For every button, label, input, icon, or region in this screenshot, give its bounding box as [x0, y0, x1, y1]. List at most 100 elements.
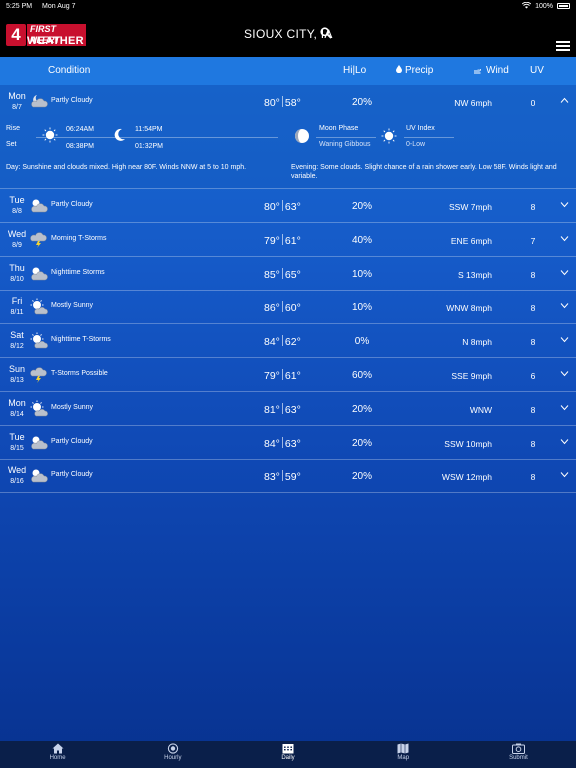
day-label: Tue 8/15 [9, 431, 25, 452]
day-row[interactable]: Fri 8/11 Mostly Sunny 86° 60° 10% WNW 8mph 8 [0, 290, 576, 325]
precip-value: 10% [351, 302, 372, 314]
station-logo[interactable]: 4 FIRST ALERT WEATHER [6, 24, 86, 48]
precip-value: 0% [354, 336, 370, 348]
precip-value: 40% [351, 234, 372, 246]
wind-value: N 8mph [462, 337, 492, 348]
logo-number: 4 [6, 24, 26, 46]
chevron-down-icon[interactable] [560, 404, 569, 411]
day-row[interactable]: Wed 8/9 Morning T-Storms 79° 61° 40% ENE 6mph 7 [0, 223, 576, 257]
chevron-down-icon[interactable] [560, 269, 569, 276]
mostly-sunny-icon [30, 400, 48, 417]
nav-hourly[interactable]: Hourly [115, 741, 230, 768]
day-row[interactable]: Mon 8/7 Partly Cloudy 80° 58° 20% NW 6mph … [0, 85, 576, 119]
uv-value: 8 [530, 404, 536, 415]
hi-lo-temp: 84° 63° [264, 436, 301, 450]
wind-value: WSW 12mph [441, 472, 492, 483]
column-precip: Precip [405, 65, 434, 76]
condition-text: Nighttime T-Storms [51, 336, 111, 344]
day-label: Fri 8/11 [10, 296, 24, 317]
wind-value: WNW [469, 404, 492, 415]
partly-cloudy-icon [31, 267, 48, 280]
moon-phase-icon [295, 129, 309, 143]
evening-forecast-text: Evening: Some clouds. Slight chance of a… [291, 164, 557, 180]
mostly-sunny-icon [30, 298, 48, 315]
day-row[interactable]: Thu 8/10 Nighttime Storms 85° 65° 10% S 13mph 8 [0, 257, 576, 291]
chevron-down-icon[interactable] [560, 438, 569, 445]
day-row[interactable]: Wed 8/16 Partly Cloudy 83° 59° 20% WSW 12mph 8 [0, 459, 576, 494]
column-condition: Condition [48, 65, 91, 76]
condition-text: Partly Cloudy [51, 437, 93, 445]
set-label: Set [6, 141, 17, 148]
day-row[interactable]: Sun 8/13 T-Storms Possible 79° 61° 60% SSE 9mp… [0, 358, 576, 392]
search-icon[interactable] [320, 27, 332, 39]
chevron-down-icon[interactable] [560, 201, 569, 208]
precip-value: 20% [351, 201, 372, 212]
wind-value: ENE 6mph [450, 235, 492, 246]
thunderstorm-icon [30, 232, 47, 248]
precip-value: 20% [351, 471, 372, 483]
chevron-down-icon[interactable] [560, 471, 569, 478]
nav-home[interactable]: Home [0, 741, 115, 768]
day-row[interactable]: Sat 8/12 Nighttime T-Storms 84° 62° 0% N 8mph 8 [0, 324, 576, 359]
hi-lo-temp: 84° 62° [264, 335, 301, 349]
chevron-down-icon[interactable] [560, 336, 569, 343]
day-row[interactable]: Tue 8/8 Partly Cloudy 80° 63° 20% SSW 7mph 8 [0, 189, 576, 223]
day-row[interactable]: Mon 8/14 Mostly Sunny 81° 63° 20% WNW 8 [0, 392, 576, 426]
mostly-sunny-icon [30, 332, 48, 349]
nav-submit[interactable]: Submit [461, 741, 576, 768]
partly-cloudy-icon [31, 436, 48, 449]
uv-value: 6 [530, 371, 536, 381]
chevron-down-icon[interactable] [560, 235, 569, 242]
uv-value: 8 [530, 202, 536, 212]
hamburger-menu-icon[interactable] [556, 41, 570, 51]
uv-value: 7 [530, 235, 536, 246]
precip-value: 20% [351, 403, 372, 415]
hi-lo-temp: 79° 61° [264, 233, 301, 247]
column-header-bar: Condition Hi|Lo Precip Wind UV [0, 57, 576, 85]
wifi-icon [521, 1, 532, 11]
chevron-down-icon[interactable] [560, 370, 569, 377]
hi-lo-temp: 80° 63° [264, 200, 301, 213]
uv-value: 8 [530, 337, 536, 348]
day-label: Sat 8/12 [10, 330, 24, 351]
moon-icon [114, 128, 125, 141]
day-row[interactable]: Tue 8/15 Partly Cloudy 84° 63° 20% SSW 10mph 8 [0, 426, 576, 460]
nav-map-label: Map [397, 755, 410, 761]
expanded-day-panel: Mon 8/7 Partly Cloudy 80° 58° 20% NW 6mph … [0, 85, 576, 189]
wind-value: WNW 8mph [446, 303, 492, 314]
clock-icon [167, 743, 178, 754]
uv-index-value: 0-Low [406, 141, 426, 148]
wind-value: SSW 10mph [444, 438, 492, 449]
hi-lo-temp: 85° 65° [264, 267, 301, 281]
moon-phase-value: Waning Gibbous [319, 141, 371, 148]
nav-daily[interactable]: Daily [230, 741, 345, 768]
hi-lo-temp: 81° 63° [264, 402, 301, 416]
condition-text: Mostly Sunny [51, 403, 94, 411]
logo-line2: WEATHER [27, 35, 84, 47]
calendar-icon [282, 744, 294, 754]
nav-map[interactable]: Map [346, 741, 461, 768]
partly-cloudy-icon [31, 199, 48, 213]
column-wind: Wind [486, 65, 509, 76]
nav-hourly-label: Hourly [164, 755, 182, 761]
condition-text: Nighttime Storms [51, 268, 105, 276]
day-row-summary[interactable]: Mon 8/7 Partly Cloudy 80° 58° 20% NW 6mph … [0, 85, 576, 119]
status-time: 5:25 PM [6, 2, 33, 10]
wind-value: S 13mph [457, 269, 492, 280]
battery-percent: 100% [535, 2, 553, 10]
status-bar: 5:25 PM Mon Aug 7 100% [0, 0, 576, 12]
partly-cloudy-icon [31, 469, 48, 483]
uv-value: 8 [530, 472, 536, 483]
chevron-up-icon[interactable] [560, 97, 569, 104]
chevron-down-icon[interactable] [560, 302, 569, 309]
hi-lo-temp: 79° 61° [264, 369, 301, 382]
precip-value: 20% [351, 437, 372, 449]
status-date: Mon Aug 7 [42, 2, 76, 10]
condition-text: Partly Cloudy [51, 201, 93, 208]
nav-submit-label: Submit [509, 755, 528, 761]
uv-value: 0 [530, 98, 536, 108]
partly-cloudy-night-icon [31, 95, 48, 108]
uv-value: 8 [530, 303, 536, 314]
sun-icon [42, 127, 58, 143]
condition-text: T-Storms Possible [51, 370, 108, 377]
